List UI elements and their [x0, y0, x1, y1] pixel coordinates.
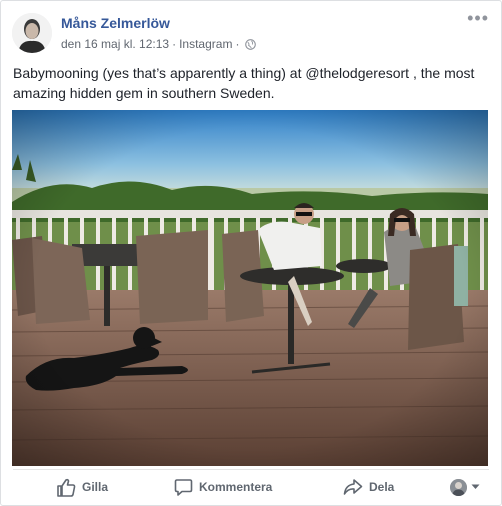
like-label: Gilla [82, 480, 109, 494]
comment-icon [174, 478, 193, 496]
post-source[interactable]: Instagram [179, 37, 232, 51]
share-label: Dela [369, 480, 395, 494]
viewer-avatar [450, 478, 467, 496]
author-name[interactable]: Måns Zelmerlöw [61, 15, 170, 31]
comment-button[interactable]: Kommentera [174, 473, 272, 501]
post-date[interactable]: den 16 maj kl. 12:13 [61, 37, 169, 51]
meta-separator: · [235, 37, 240, 51]
share-button[interactable]: Dela [343, 473, 394, 501]
post-text: Babymooning (yes that’s apparently a thi… [13, 65, 475, 101]
comment-label: Kommentera [199, 480, 273, 494]
meta-separator: · [172, 37, 177, 51]
post-options-button[interactable]: ••• [467, 9, 489, 27]
share-arrow-icon [343, 479, 363, 495]
facebook-post-card: Måns Zelmerlöw den 16 maj kl. 12:13 · In… [0, 0, 502, 506]
globe-icon[interactable] [245, 38, 257, 50]
post-actions-bar: Gilla Kommentera Dela [1, 473, 502, 503]
thumbs-up-icon [57, 478, 76, 497]
audience-selector[interactable] [450, 473, 480, 501]
chevron-down-icon [471, 484, 480, 489]
like-button[interactable]: Gilla [56, 473, 108, 501]
post-meta: den 16 maj kl. 12:13 · Instagram · [61, 37, 257, 51]
author-avatar[interactable] [12, 13, 52, 53]
post-photo[interactable] [12, 110, 488, 466]
actions-divider [13, 469, 489, 470]
